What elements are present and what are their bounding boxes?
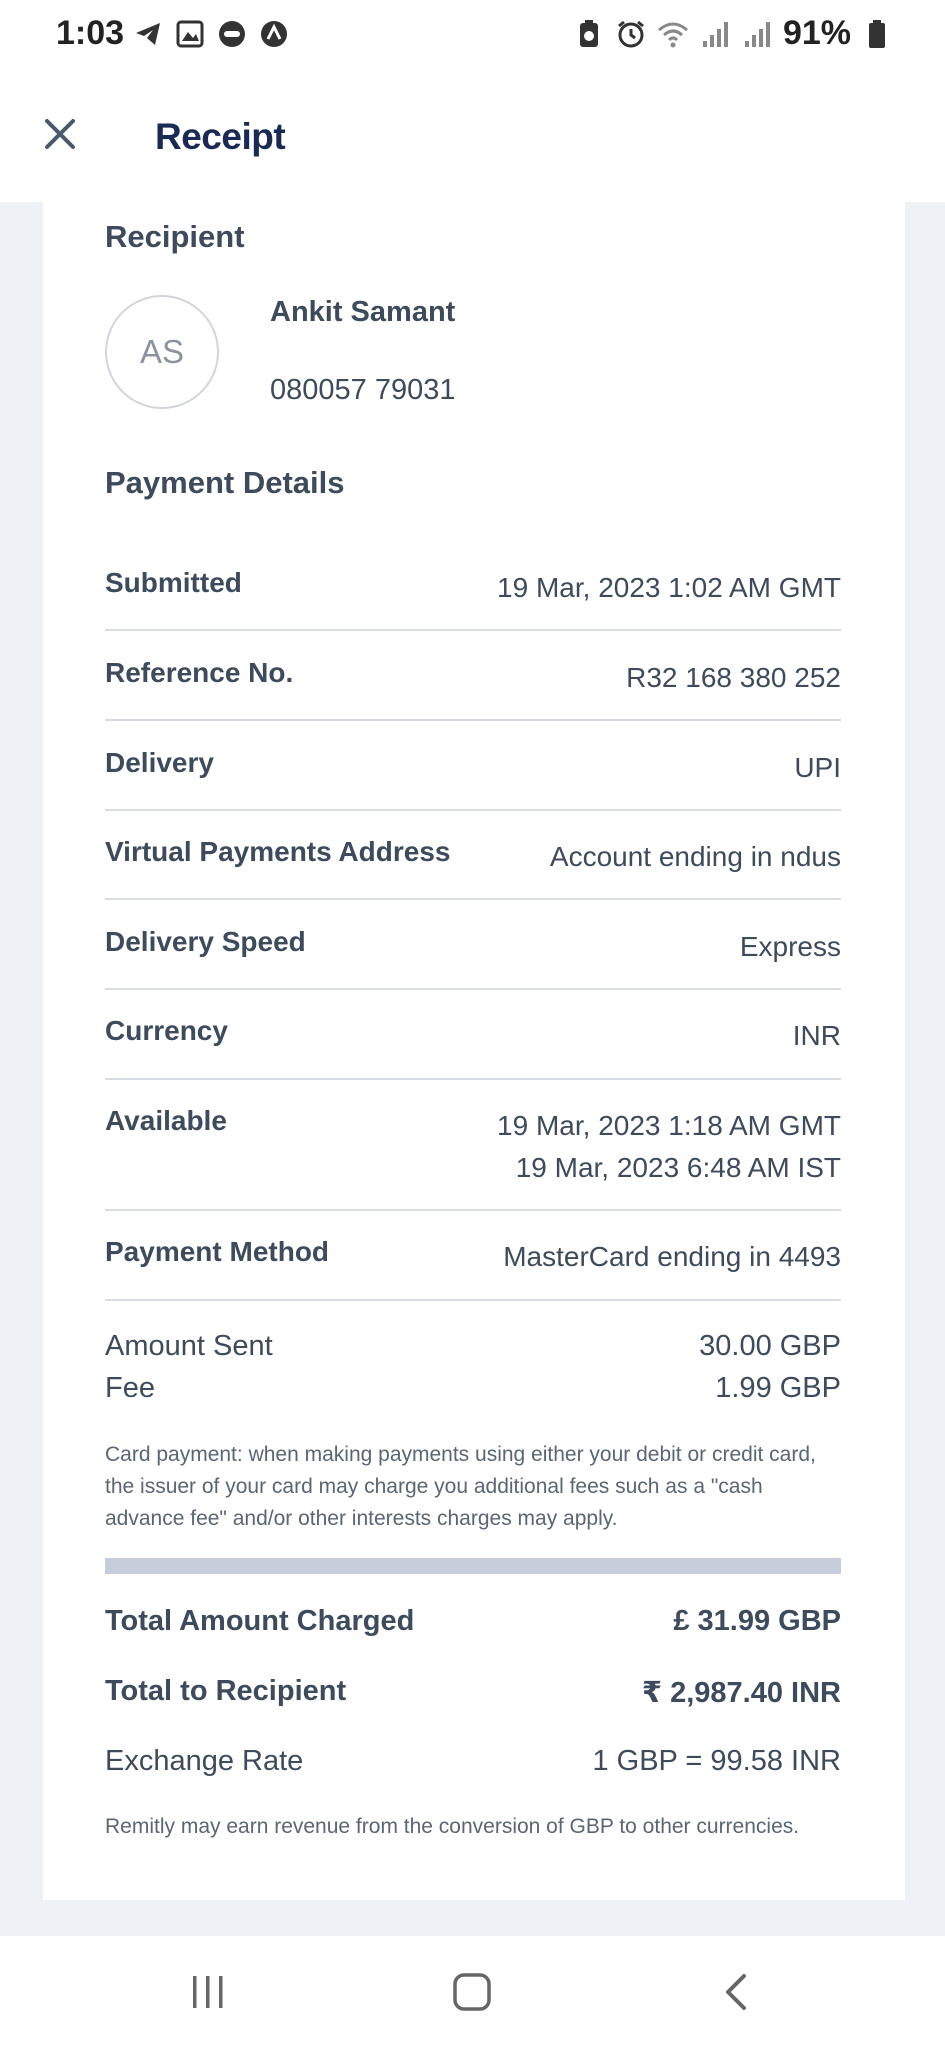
exchange-rate-value: 1 GBP = 99.58 INR xyxy=(592,1745,841,1777)
total-charged-value: £ 31.99 GBP xyxy=(673,1605,841,1637)
detail-value: UPI xyxy=(794,747,841,789)
detail-value-line: UPI xyxy=(794,752,841,783)
amount-sent-label: Amount Sent xyxy=(105,1330,273,1362)
detail-row-currency: Currency INR xyxy=(105,1015,841,1057)
detail-row-reference: Reference No. R32 168 380 252 xyxy=(105,657,841,699)
detail-value-line: MasterCard ending in 4493 xyxy=(503,1241,841,1272)
status-right-icons: 91% xyxy=(573,14,893,53)
detail-value: 19 Mar, 2023 1:18 AM GMT 19 Mar, 2023 6:… xyxy=(497,1105,841,1189)
detail-value: R32 168 380 252 xyxy=(626,657,841,699)
back-icon xyxy=(726,1974,746,2010)
total-charged-row: Total Amount Charged £ 31.99 GBP xyxy=(105,1605,841,1638)
detail-label: Currency xyxy=(105,1015,228,1046)
recent-apps-icon xyxy=(193,1976,223,2008)
battery-percent: 91% xyxy=(782,14,851,52)
divider xyxy=(105,629,841,631)
total-recipient-row: Total to Recipient ₹ 2,987.40 INR xyxy=(105,1675,841,1710)
chat-icon xyxy=(216,18,248,50)
gallery-icon xyxy=(174,18,206,50)
detail-value-line: R32 168 380 252 xyxy=(626,662,841,693)
detail-label: Delivery xyxy=(105,747,214,778)
status-bar: 1:03 91% xyxy=(0,0,945,70)
signal-icon xyxy=(699,18,731,50)
wifi-icon xyxy=(657,18,689,50)
detail-label: Payment Method xyxy=(105,1236,330,1267)
back-button[interactable] xyxy=(706,1966,766,2018)
page-title: Receipt xyxy=(155,116,286,157)
totals-divider xyxy=(105,1558,841,1574)
card-bottom-divider xyxy=(43,1900,905,1902)
exchange-rate-label: Exchange Rate xyxy=(105,1745,304,1777)
home-icon xyxy=(453,1973,491,2011)
detail-row-available: Available 19 Mar, 2023 1:18 AM GMT 19 Ma… xyxy=(105,1105,841,1189)
total-recipient-label: Total to Recipient xyxy=(105,1675,347,1707)
detail-label: Reference No. xyxy=(105,657,294,688)
close-icon xyxy=(45,119,75,149)
exchange-rate-row: Exchange Rate 1 GBP = 99.58 INR xyxy=(105,1745,841,1778)
recent-apps-button[interactable] xyxy=(178,1966,238,2018)
detail-value: INR xyxy=(793,1015,841,1057)
fee-row: Fee 1.99 GBP xyxy=(105,1372,841,1405)
home-button[interactable] xyxy=(442,1966,502,2018)
divider xyxy=(105,988,841,990)
alarm-icon xyxy=(615,18,647,50)
detail-value-line: Account ending in ndus xyxy=(549,841,841,872)
detail-value-line: Express xyxy=(739,931,841,962)
detail-value: Account ending in ndus xyxy=(550,836,841,878)
detail-value-line: 19 Mar, 2023 1:02 AM GMT xyxy=(497,572,841,603)
detail-label: Submitted xyxy=(105,567,242,598)
avatar: AS xyxy=(105,295,219,409)
recipient-name: Ankit Samant xyxy=(270,296,456,328)
total-recipient-value: ₹ 2,987.40 INR xyxy=(641,1677,841,1709)
card-payment-note: Card payment: when making payments using… xyxy=(105,1443,816,1530)
divider xyxy=(105,809,841,811)
recipient-phone: 080057 79031 xyxy=(270,374,456,406)
revenue-note: Remitly may earn revenue from the conver… xyxy=(105,1815,800,1838)
detail-value-line: 19 Mar, 2023 6:48 AM IST xyxy=(515,1152,841,1183)
detail-label: Delivery Speed xyxy=(105,926,306,957)
battery-saver-icon xyxy=(573,18,605,50)
detail-row-payment-method: Payment Method MasterCard ending in 4493 xyxy=(105,1236,841,1278)
amount-sent-value: 30.00 GBP xyxy=(699,1330,841,1362)
amount-sent-row: Amount Sent 30.00 GBP xyxy=(105,1330,841,1363)
status-time: 1:03 xyxy=(56,14,125,52)
total-charged-label: Total Amount Charged xyxy=(105,1605,415,1637)
detail-label: Virtual Payments Address xyxy=(105,836,451,867)
payment-details-title: Payment Details xyxy=(105,465,345,500)
fee-value: 1.99 GBP xyxy=(715,1372,841,1404)
detail-row-vpa: Virtual Payments Address Account ending … xyxy=(105,836,841,878)
detail-row-delivery: Delivery UPI xyxy=(105,747,841,789)
detail-value: MasterCard ending in 4493 xyxy=(503,1236,841,1278)
status-left-icons xyxy=(132,18,290,50)
divider xyxy=(105,1209,841,1211)
detail-label: Available xyxy=(105,1105,227,1136)
detail-value-line: INR xyxy=(792,1020,841,1051)
detail-value: 19 Mar, 2023 1:02 AM GMT xyxy=(497,567,841,609)
divider xyxy=(105,898,841,900)
navigation-bar xyxy=(0,1936,945,2048)
signal-icon xyxy=(741,18,773,50)
divider xyxy=(105,1299,841,1301)
telegram-icon xyxy=(132,18,164,50)
close-button[interactable] xyxy=(36,110,84,158)
recipient-section-title: Recipient xyxy=(105,219,245,254)
battery-icon xyxy=(861,18,893,50)
divider xyxy=(105,719,841,721)
divider xyxy=(105,1078,841,1080)
fee-label: Fee xyxy=(105,1372,155,1404)
detail-value-line: 19 Mar, 2023 1:18 AM GMT xyxy=(497,1110,841,1141)
vpn-icon xyxy=(258,18,290,50)
header: Receipt xyxy=(0,70,945,202)
detail-row-delivery-speed: Delivery Speed Express xyxy=(105,926,841,968)
detail-value: Express xyxy=(740,926,841,968)
detail-row-submitted: Submitted 19 Mar, 2023 1:02 AM GMT xyxy=(105,567,841,609)
